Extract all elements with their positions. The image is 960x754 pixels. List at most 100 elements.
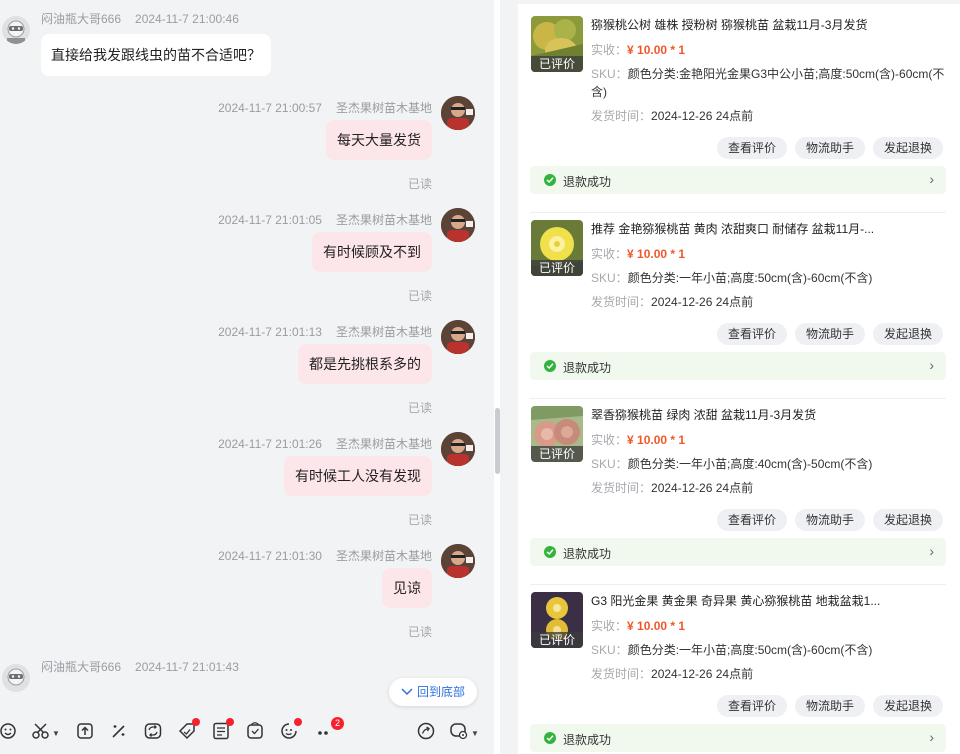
initiate-return-button[interactable]: 发起退换 bbox=[873, 137, 944, 159]
product-title[interactable]: G3 阳光金果 黄金果 奇异果 黄心猕猴桃苗 地栽盆栽1... bbox=[591, 592, 951, 609]
message-time: 2024-11-7 21:01:05 bbox=[218, 213, 322, 227]
initiate-return-button[interactable]: 发起退换 bbox=[873, 695, 944, 717]
sender-name: 圣杰果树苗木基地 bbox=[335, 101, 432, 115]
cart-icon[interactable] bbox=[245, 721, 265, 741]
back-to-bottom-label: 回到底部 bbox=[417, 685, 466, 699]
refresh-icon[interactable] bbox=[143, 721, 163, 741]
logistics-assistant-button[interactable]: 物流助手 bbox=[795, 323, 866, 345]
refund-status-row[interactable]: 退款成功 › bbox=[530, 352, 946, 380]
sku-label: SKU： bbox=[591, 67, 628, 81]
ship-value: 2024-12-26 24点前 bbox=[651, 667, 754, 681]
caret-down-icon[interactable]: ▼ bbox=[52, 729, 60, 738]
sender-name: 闷油瓶大哥666 bbox=[41, 12, 122, 26]
message-meta: 2024-11-7 21:01:30 圣杰果树苗木基地 bbox=[218, 547, 432, 564]
back-to-bottom-button[interactable]: 回到底部 bbox=[389, 678, 478, 706]
message-bubble[interactable]: 有时候顾及不到 bbox=[312, 232, 432, 272]
reviewed-tag: 已评价 bbox=[531, 446, 583, 462]
price-label: 实收： bbox=[591, 43, 628, 57]
sku-line: SKU：颜色分类:金艳阳光金果G3中公小苗;高度:50cm(含)-60cm(不含… bbox=[591, 65, 951, 101]
message-bubble[interactable]: 每天大量发货 bbox=[326, 120, 432, 160]
seller-avatar[interactable] bbox=[441, 96, 475, 130]
ship-label: 发货时间： bbox=[591, 295, 652, 309]
sender-name: 圣杰果树苗木基地 bbox=[335, 325, 432, 339]
view-review-button[interactable]: 查看评价 bbox=[717, 695, 788, 717]
initiate-return-button[interactable]: 发起退换 bbox=[873, 509, 944, 531]
read-status: 已读 bbox=[407, 513, 432, 527]
read-status: 已读 bbox=[407, 401, 432, 415]
order-separator bbox=[530, 398, 946, 399]
message-meta: 2024-11-7 21:00:57 圣杰果树苗木基地 bbox=[218, 99, 432, 116]
caret-down-icon[interactable]: ▼ bbox=[471, 729, 479, 738]
refund-status-text: 退款成功 bbox=[563, 547, 612, 561]
chevron-right-icon: › bbox=[929, 543, 934, 559]
coupon-icon[interactable] bbox=[177, 718, 200, 741]
refund-status-text: 退款成功 bbox=[563, 361, 612, 375]
ship-label: 发货时间： bbox=[591, 109, 652, 123]
price-value: ¥ 10.00 * 1 bbox=[627, 619, 686, 633]
order-icon[interactable] bbox=[211, 718, 234, 741]
order-list-top-bar bbox=[518, 0, 960, 4]
emoji-icon[interactable] bbox=[0, 721, 20, 741]
invite-icon[interactable] bbox=[279, 718, 302, 741]
chevron-right-icon: › bbox=[929, 729, 934, 745]
order-separator bbox=[530, 212, 946, 213]
logistics-assistant-button[interactable]: 物流助手 bbox=[795, 695, 866, 717]
seller-avatar[interactable] bbox=[441, 208, 475, 242]
sku-value: 颜色分类:一年小苗;高度:50cm(含)-60cm(不含) bbox=[627, 271, 873, 285]
message-bubble[interactable]: 都是先挑根系多的 bbox=[298, 344, 432, 384]
order-card: 已评价 猕猴桃公树 雄株 授粉树 猕猴桃苗 盆栽11月-3月发货 实收：¥ 10… bbox=[518, 16, 960, 202]
magic-wand-icon[interactable] bbox=[109, 721, 129, 741]
seller-avatar[interactable] bbox=[441, 320, 475, 354]
message-bubble[interactable]: 见谅 bbox=[382, 568, 432, 608]
read-status: 已读 bbox=[407, 625, 432, 639]
product-title[interactable]: 猕猴桃公树 雄株 授粉树 猕猴桃苗 盆栽11月-3月发货 bbox=[591, 16, 951, 33]
more-icon[interactable]: 2 bbox=[316, 717, 344, 741]
ship-value: 2024-12-26 24点前 bbox=[651, 481, 754, 495]
scissors-icon[interactable] bbox=[31, 721, 51, 741]
price-label: 实收： bbox=[591, 247, 628, 261]
view-review-button[interactable]: 查看评价 bbox=[717, 137, 788, 159]
order-list-pane: 已评价 猕猴桃公树 雄株 授粉树 猕猴桃苗 盆栽11月-3月发货 实收： ¥ 10… bbox=[518, 0, 960, 754]
product-title[interactable]: 推荐 金艳猕猴桃苗 黄肉 浓甜爽口 耐储存 盆栽11月-... bbox=[591, 220, 951, 237]
product-thumbnail[interactable]: 已评价 bbox=[531, 16, 583, 72]
sku-line: SKU：颜色分类:一年小苗;高度:50cm(含)-60cm(不含) bbox=[591, 641, 951, 659]
incoming-message: 闷油瓶大哥666 2024-11-7 21:00:46 直接给我发跟线虫的苗不合适… bbox=[0, 0, 494, 90]
upload-icon[interactable] bbox=[75, 721, 95, 741]
product-thumbnail[interactable]: 已评价 bbox=[531, 406, 583, 462]
refund-status-row[interactable]: 退款成功 › bbox=[530, 724, 946, 752]
customer-avatar[interactable] bbox=[2, 664, 30, 692]
order-card: 已评价 推荐 金艳猕猴桃苗 黄肉 浓甜爽口 耐储存 盆栽11月-... 实收：¥… bbox=[518, 212, 960, 406]
ship-value: 2024-12-26 24点前 bbox=[651, 109, 754, 123]
product-thumbnail[interactable]: 已评价 bbox=[531, 592, 583, 648]
check-circle-icon bbox=[544, 174, 556, 186]
price-label: 实收： bbox=[591, 433, 628, 447]
notification-dot bbox=[226, 718, 234, 726]
refund-status-row[interactable]: 退款成功 › bbox=[530, 166, 946, 194]
refund-status-row[interactable]: 退款成功 › bbox=[530, 538, 946, 566]
chevron-right-icon: › bbox=[929, 171, 934, 187]
message-meta: 2024-11-7 21:01:13 圣杰果树苗木基地 bbox=[218, 323, 432, 340]
ship-value: 2024-12-26 24点前 bbox=[651, 295, 754, 309]
view-review-button[interactable]: 查看评价 bbox=[717, 323, 788, 345]
seller-avatar[interactable] bbox=[441, 544, 475, 578]
order-card: 已评价 翠香猕猴桃苗 绿肉 浓甜 盆栽11月-3月发货 实收：¥ 10.00 *… bbox=[518, 398, 960, 592]
outgoing-message: 2024-11-7 21:01:13 圣杰果树苗木基地 都是先挑根系多的 已读 bbox=[0, 320, 494, 433]
customer-avatar[interactable] bbox=[2, 16, 30, 44]
logistics-assistant-button[interactable]: 物流助手 bbox=[795, 137, 866, 159]
product-title[interactable]: 翠香猕猴桃苗 绿肉 浓甜 盆栽11月-3月发货 bbox=[591, 406, 951, 423]
initiate-return-button[interactable]: 发起退换 bbox=[873, 323, 944, 345]
seller-avatar[interactable] bbox=[441, 432, 475, 466]
check-circle-icon bbox=[544, 732, 556, 744]
outgoing-message: 2024-11-7 21:01:26 圣杰果树苗木基地 有时候工人没有发现 已读 bbox=[0, 432, 494, 545]
ship-line: 发货时间：2024-12-26 24点前 bbox=[591, 665, 753, 682]
order-separator bbox=[530, 584, 946, 585]
logistics-assistant-button[interactable]: 物流助手 bbox=[795, 509, 866, 531]
sender-name: 闷油瓶大哥666 bbox=[41, 660, 122, 674]
app-window: 闷油瓶大哥666 2024-11-7 21:00:46 直接给我发跟线虫的苗不合适… bbox=[0, 0, 960, 754]
message-bubble[interactable]: 直接给我发跟线虫的苗不合适吧？ bbox=[41, 34, 271, 76]
message-bubble[interactable]: 有时候工人没有发现 bbox=[284, 456, 432, 496]
quick-reply-icon[interactable] bbox=[416, 721, 436, 741]
settings-icon[interactable] bbox=[449, 721, 469, 741]
view-review-button[interactable]: 查看评价 bbox=[717, 509, 788, 531]
product-thumbnail[interactable]: 已评价 bbox=[531, 220, 583, 276]
